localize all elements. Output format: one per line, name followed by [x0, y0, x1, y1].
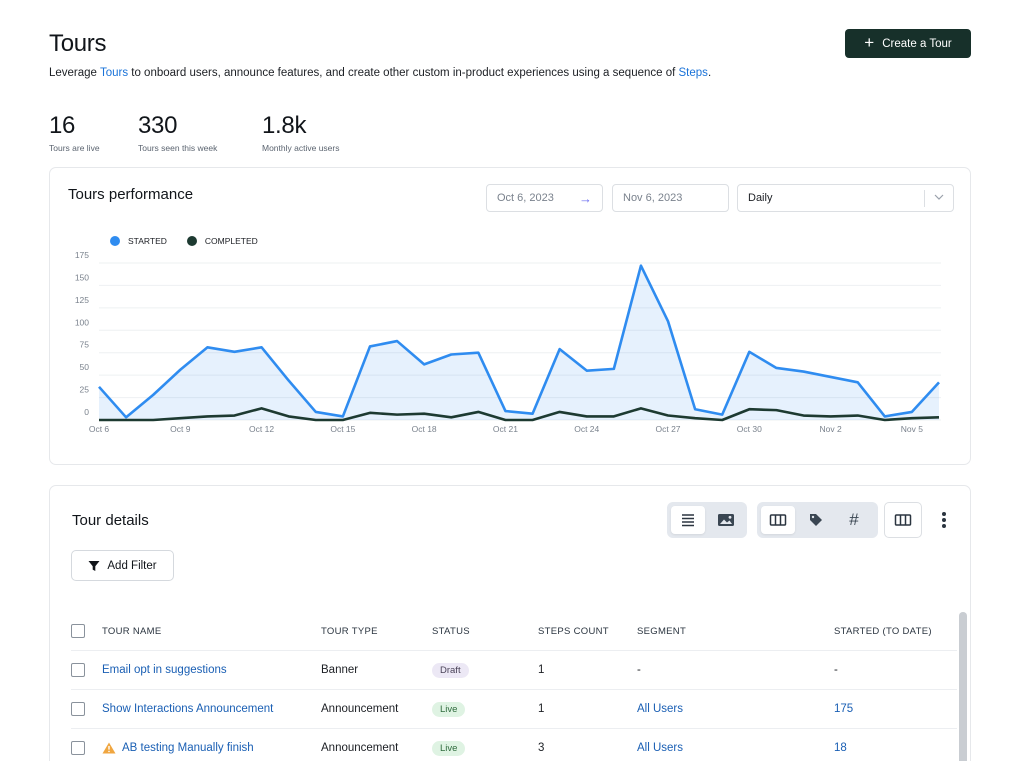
intro-text-middle: to onboard users, announce features, and… — [128, 67, 679, 79]
table-row[interactable]: Show Interactions Announcement Announcem… — [71, 690, 957, 729]
steps-count: 3 — [538, 742, 545, 754]
column-header[interactable]: SEGMENT — [637, 612, 686, 650]
column-header[interactable]: TOUR TYPE — [321, 612, 378, 650]
status-badge: Draft — [432, 662, 469, 678]
create-tour-button[interactable]: + Create a Tour — [845, 29, 971, 58]
steps-link[interactable]: Steps — [679, 67, 708, 79]
y-tick-label: 25 — [80, 385, 90, 395]
stat-live-tours: 16 Tours are live — [49, 112, 100, 153]
stat-label: Tours seen this week — [138, 143, 218, 153]
stat-value: 1.8k — [262, 112, 307, 139]
segment-link[interactable]: All Users — [637, 690, 683, 728]
tag-toggle-button[interactable] — [799, 506, 833, 534]
x-tick-label: Oct 30 — [737, 424, 762, 434]
intro-text: Leverage — [49, 67, 100, 79]
display-options-group: # — [757, 502, 878, 538]
segment: - — [637, 664, 641, 676]
x-tick-label: Oct 9 — [170, 424, 191, 434]
stat-monthly-active: 1.8k Monthly active users — [262, 112, 339, 153]
started-count: - — [834, 664, 838, 676]
stat-value: 16 — [49, 112, 76, 139]
warning-icon — [102, 742, 116, 754]
hash-toggle-button[interactable]: # — [837, 506, 871, 534]
y-tick-label: 100 — [75, 317, 89, 327]
stat-value: 330 — [138, 112, 178, 139]
stat-label: Monthly active users — [262, 143, 340, 153]
tour-name-link[interactable]: AB testing Manually finish — [122, 742, 254, 754]
tours-performance-card: Tours performance Oct 6, 2023 → Nov 6, 2… — [49, 167, 971, 465]
steps-count: 1 — [538, 703, 545, 715]
tours-link[interactable]: Tours — [100, 67, 128, 79]
tag-icon — [810, 514, 822, 526]
y-tick-label: 75 — [80, 340, 90, 350]
x-tick-label: Oct 18 — [412, 424, 437, 434]
series-started-area — [99, 265, 939, 420]
tour-name-link[interactable]: Email opt in suggestions — [102, 651, 227, 689]
image-view-button[interactable] — [709, 506, 743, 534]
column-header[interactable]: TOUR NAME — [102, 612, 162, 650]
y-tick-label: 125 — [75, 295, 89, 305]
started-count-link[interactable]: 18 — [834, 729, 847, 761]
details-title: Tour details — [72, 512, 149, 529]
add-filter-label: Add Filter — [107, 559, 157, 572]
segment-link[interactable]: All Users — [637, 729, 683, 761]
table-row[interactable]: Email opt in suggestions Banner Draft 1 … — [71, 651, 957, 690]
table-row[interactable]: AB testing Manually finish Announcement … — [71, 729, 957, 761]
hash-icon: # — [849, 510, 859, 529]
column-settings-button[interactable] — [884, 502, 922, 538]
plus-icon: + — [864, 33, 875, 52]
y-tick-label: 0 — [84, 407, 89, 417]
y-tick-label: 50 — [80, 362, 90, 372]
view-toggle-group — [667, 502, 747, 538]
page-description: Leverage Tours to onboard users, announc… — [49, 65, 749, 81]
y-tick-label: 175 — [75, 250, 89, 260]
row-checkbox[interactable] — [71, 741, 85, 755]
filter-icon — [88, 560, 100, 571]
x-tick-label: Nov 5 — [901, 424, 923, 434]
table-scrollbar[interactable] — [959, 612, 967, 761]
x-tick-label: Oct 12 — [249, 424, 274, 434]
list-icon — [682, 514, 694, 527]
kebab-icon[interactable] — [938, 510, 950, 530]
column-header[interactable]: STATUS — [432, 612, 470, 650]
tour-details-card: Tour details # Add Filter TOUR NAME TOUR… — [49, 485, 971, 761]
row-checkbox[interactable] — [71, 702, 85, 716]
stat-label: Tours are live — [49, 143, 100, 153]
tour-name-cell: AB testing Manually finish — [102, 729, 254, 761]
y-tick-label: 150 — [75, 272, 89, 282]
column-header[interactable]: STARTED (TO DATE) — [834, 612, 932, 650]
list-view-button[interactable] — [671, 506, 705, 534]
status-badge: Live — [432, 701, 466, 717]
started-count-link[interactable]: 175 — [834, 690, 853, 728]
columns-icon — [769, 514, 787, 526]
column-header[interactable]: STEPS COUNT — [538, 612, 609, 650]
x-tick-label: Oct 21 — [493, 424, 518, 434]
performance-chart: 0 25 50 75 100 125 150 175 Oct 6 Oct 9 Oct 12 Oct 1… — [75, 250, 941, 434]
columns-icon — [894, 514, 912, 526]
image-icon — [718, 514, 734, 526]
table-header: TOUR NAME TOUR TYPE STATUS STEPS COUNT S… — [71, 612, 957, 651]
x-tick-label: Oct 24 — [574, 424, 599, 434]
x-tick-label: Oct 6 — [89, 424, 110, 434]
x-tick-label: Oct 15 — [330, 424, 355, 434]
create-tour-label: Create a Tour — [882, 37, 952, 50]
add-filter-button[interactable]: Add Filter — [71, 550, 174, 581]
scrollbar-thumb[interactable] — [959, 612, 967, 761]
tour-type: Announcement — [321, 742, 399, 754]
columns-toggle-button[interactable] — [761, 506, 795, 534]
select-all-checkbox[interactable] — [71, 624, 85, 638]
tour-name-link[interactable]: Show Interactions Announcement — [102, 690, 273, 728]
intro-text-end: . — [707, 67, 712, 79]
tour-type: Announcement — [321, 703, 399, 715]
page-title: Tours — [49, 30, 107, 57]
tour-type: Banner — [321, 664, 359, 676]
x-tick-label: Oct 27 — [656, 424, 681, 434]
status-badge: Live — [432, 740, 466, 756]
stat-seen-this-week: 330 Tours seen this week — [138, 112, 217, 153]
x-tick-label: Nov 2 — [820, 424, 842, 434]
row-checkbox[interactable] — [71, 663, 85, 677]
steps-count: 1 — [538, 664, 545, 676]
